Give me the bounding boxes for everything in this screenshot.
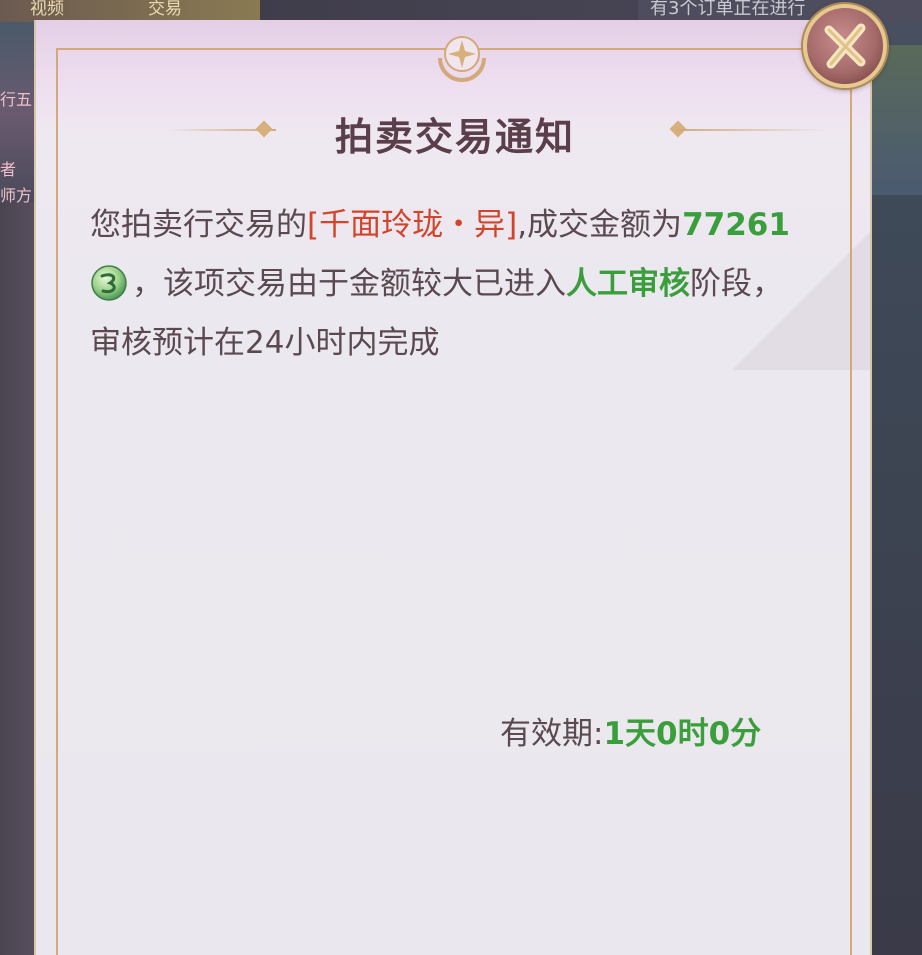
message-text-1: 您拍卖行交易的 xyxy=(90,207,307,243)
item-name[interactable]: [千面玲珑・异] xyxy=(307,207,517,243)
close-button[interactable] xyxy=(803,4,887,88)
background-tab-bar: 视频 交易 xyxy=(0,0,260,22)
manual-review-highlight: 人工审核 xyxy=(566,266,690,302)
expiry-label: 有效期: xyxy=(500,716,604,752)
background-left-text-2: 者 xyxy=(0,160,17,179)
background-left-text-1: 行五 xyxy=(0,90,33,109)
background-tab-2: 交易 xyxy=(148,0,182,19)
background-order-notice: 有3个订单正在进行 xyxy=(638,0,922,22)
expiry-row: 有效期:1天0时0分 xyxy=(500,708,761,753)
background-left-panel: 行五 者 师方 xyxy=(0,22,34,205)
title-decoration-right xyxy=(676,129,826,131)
jade-coin-icon xyxy=(91,265,127,301)
crest-star-icon xyxy=(438,36,486,82)
notice-message: 您拍卖行交易的[千面玲珑・异],成交金额为77261 ，该项交易由于金额较大已进入… xyxy=(90,196,810,373)
expiry-value: 1天0时0分 xyxy=(603,716,762,752)
message-text-5: 小时内完成 xyxy=(284,325,440,361)
deal-amount: 77261 xyxy=(682,207,790,243)
dialog-inner-frame xyxy=(56,48,852,955)
dialog-title: 拍卖交易通知 xyxy=(334,115,575,159)
close-x-icon xyxy=(824,23,866,69)
background-tab-1: 视频 xyxy=(30,0,64,19)
background-left-text-3: 师方 xyxy=(0,186,33,205)
order-notice-text: 有3个订单正在进行 xyxy=(650,0,806,19)
message-text-2: ,成交金额为 xyxy=(517,207,683,243)
message-text-3: ，该项交易由于金额较大已进入 xyxy=(132,266,566,302)
dialog-title-bar: 拍卖交易通知 xyxy=(36,100,870,160)
auction-notice-dialog: 拍卖交易通知 您拍卖行交易的[千面玲珑・异],成交金额为77261 ，该项交易由于… xyxy=(34,20,872,955)
review-hours: 24 xyxy=(245,325,285,361)
